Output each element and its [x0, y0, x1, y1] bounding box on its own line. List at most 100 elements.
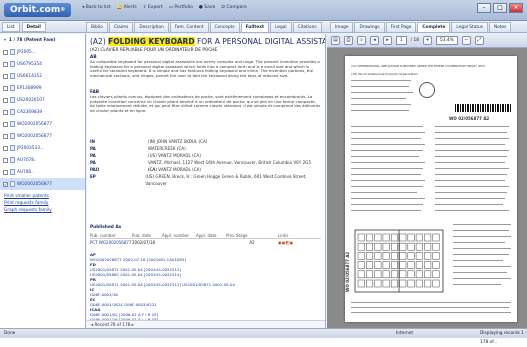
- page-text-line: [435, 204, 503, 206]
- code-row[interactable]: IC G06F-0001/16: [90, 287, 290, 297]
- tab-first-page[interactable]: First Page: [385, 22, 417, 32]
- patent-number-link[interactable]: WO2002056877: [17, 122, 52, 127]
- list-item[interactable]: WO2002056877: [0, 130, 85, 142]
- list-item[interactable]: EP1308999: [0, 82, 85, 94]
- tab-fulltext[interactable]: Fulltext: [240, 22, 270, 32]
- minimize-icon[interactable]: –: [477, 3, 491, 13]
- keyboard-key-shape: [357, 233, 365, 242]
- tab-concepts[interactable]: Concepts: [209, 22, 240, 32]
- row-checkbox[interactable]: [3, 97, 8, 103]
- row-checkbox[interactable]: [3, 157, 8, 163]
- app-window: Orbit.com® ◂ Back to list 🔔 Alerts ⇪ Exp…: [0, 0, 527, 345]
- result-list-header[interactable]: ▾ 1 / 78 (Patent Fam): [0, 34, 85, 46]
- row-checkbox[interactable]: [3, 169, 8, 175]
- code-row[interactable]: FD US2001/05871 2001-05-04 [2001US-005251…: [90, 262, 290, 272]
- patent-number-link[interactable]: AU780..: [17, 170, 34, 175]
- page-text-line: [351, 104, 411, 106]
- patent-number-link[interactable]: US6614352: [17, 74, 42, 79]
- page-text-line: [453, 248, 511, 250]
- keyboard-key-shape: [366, 261, 374, 269]
- portfolio-button[interactable]: ▭ Portfolio: [169, 4, 193, 12]
- tab-biblio[interactable]: Biblio: [86, 22, 108, 32]
- list-item[interactable]: JP2003533...: [0, 142, 85, 154]
- patent-number-link[interactable]: AU7078..: [17, 158, 37, 163]
- zoom-level[interactable]: 53.4%: [436, 36, 458, 45]
- patent-number-link[interactable]: WO2002056877: [17, 182, 52, 187]
- row-checkbox[interactable]: [3, 73, 8, 79]
- save-icon[interactable]: ▤: [331, 36, 340, 45]
- list-item[interactable]: AU7078..: [0, 154, 85, 166]
- publication-links-icons[interactable]: ▣▣◩▣: [278, 239, 318, 247]
- list-view-button[interactable]: List: [2, 22, 20, 32]
- keyboard-key-shape: [407, 279, 415, 288]
- row-checkbox[interactable]: [3, 145, 8, 151]
- tab-description[interactable]: Description: [134, 22, 169, 32]
- orbit-logo[interactable]: Orbit.com®: [4, 3, 72, 17]
- back-to-list-button[interactable]: ◂ Back to list: [82, 4, 111, 12]
- tab-complete[interactable]: Complete: [417, 22, 451, 32]
- patent-number-link[interactable]: WO2002056877: [17, 134, 52, 139]
- row-checkbox[interactable]: ✓: [3, 181, 8, 188]
- next-record-icon[interactable]: ▸: [132, 322, 134, 327]
- tab-image[interactable]: Image: [330, 22, 354, 32]
- table-row[interactable]: PCT WO2002056877 2002/07/18 A2 ▣▣◩▣: [90, 239, 321, 247]
- next-page-icon[interactable]: ▸: [383, 36, 392, 45]
- patent-number-link[interactable]: JP2005...: [17, 50, 36, 55]
- patent-number-link[interactable]: US20020107: [17, 98, 45, 103]
- tab-legal-status[interactable]: Legal Status: [451, 22, 488, 32]
- save-button[interactable]: ● Save: [199, 4, 215, 12]
- keyboard-key-shape: [357, 252, 365, 260]
- maximize-icon[interactable]: □: [493, 3, 507, 13]
- row-checkbox[interactable]: [3, 109, 8, 115]
- zoom-out-icon[interactable]: −: [461, 36, 471, 45]
- print-smaller-patents-link[interactable]: Print smaller patents: [4, 193, 81, 200]
- compare-button[interactable]: ⇄ Compare: [221, 4, 247, 12]
- alerts-button[interactable]: 🔔 Alerts: [117, 4, 137, 12]
- zoom-in-icon[interactable]: +: [423, 36, 433, 45]
- prev-record-icon[interactable]: ◂: [91, 322, 93, 327]
- row-checkbox[interactable]: [3, 49, 8, 55]
- fit-page-icon[interactable]: ⤢: [474, 36, 484, 45]
- row-checkbox[interactable]: [3, 61, 8, 67]
- tab-drawings[interactable]: Drawings: [354, 22, 385, 32]
- list-item[interactable]: US6795354: [0, 58, 85, 70]
- list-item[interactable]: JP2005...: [0, 46, 85, 58]
- export-button[interactable]: ⇪ Export: [143, 4, 163, 12]
- code-row[interactable]: ICAA G06F-0001/02 [2006-01 A F I R UF]: [90, 307, 290, 317]
- row-checkbox[interactable]: [3, 85, 8, 91]
- tab-legal[interactable]: Legal: [270, 22, 292, 32]
- code-row[interactable]: EC G06F-0001/1624 G06F-0003/0221: [90, 297, 290, 307]
- code-row[interactable]: AP WO2002056877 2002-07-18 [2001WO-CA0108…: [90, 252, 290, 262]
- keyboard-key-shape: [366, 279, 374, 288]
- tab-citations[interactable]: Citations: [292, 22, 322, 32]
- row-checkbox[interactable]: [3, 133, 8, 139]
- close-icon[interactable]: ×: [509, 3, 523, 13]
- list-item[interactable]: CA2369839: [0, 106, 85, 118]
- patent-number-link[interactable]: EP1308999: [17, 86, 41, 91]
- page-number-input[interactable]: 1: [396, 36, 407, 45]
- list-item[interactable]: ✓ WO2002056877: [0, 178, 85, 190]
- detail-view-button[interactable]: Detail: [21, 22, 46, 32]
- list-item[interactable]: AU780..: [0, 166, 85, 178]
- print-requests-family-link[interactable]: Print requests family: [4, 200, 81, 207]
- code-row[interactable]: PR US2001/05871 2001-05-04 [2001US-005251…: [90, 277, 290, 287]
- search-icon[interactable]: ⌕: [357, 36, 366, 45]
- list-item[interactable]: WO2002056877: [0, 118, 85, 130]
- patent-number-link[interactable]: US6795354: [17, 62, 42, 67]
- patent-number-link[interactable]: JP2003533...: [17, 146, 44, 151]
- barcode-icon: [455, 104, 511, 112]
- graph-requests-family-link[interactable]: Graph requests family: [4, 207, 81, 214]
- keyboard-key-shape: [432, 279, 440, 288]
- patent-number-link[interactable]: CA2369839: [17, 110, 42, 115]
- tab-notes[interactable]: Notes: [488, 22, 512, 32]
- tab-claims[interactable]: Claims: [108, 22, 134, 32]
- prev-page-icon[interactable]: ◂: [370, 36, 379, 45]
- collapse-caret-icon[interactable]: ▾: [3, 38, 7, 43]
- keyboard-key-shape: [374, 270, 382, 279]
- print-icon[interactable]: ⎙: [344, 36, 353, 45]
- list-item[interactable]: US6614352: [0, 70, 85, 82]
- row-checkbox[interactable]: [3, 121, 8, 127]
- list-item[interactable]: US20020107: [0, 94, 85, 106]
- page-text-line: [351, 204, 423, 206]
- tab-fam-content[interactable]: Fam. Content: [169, 22, 209, 32]
